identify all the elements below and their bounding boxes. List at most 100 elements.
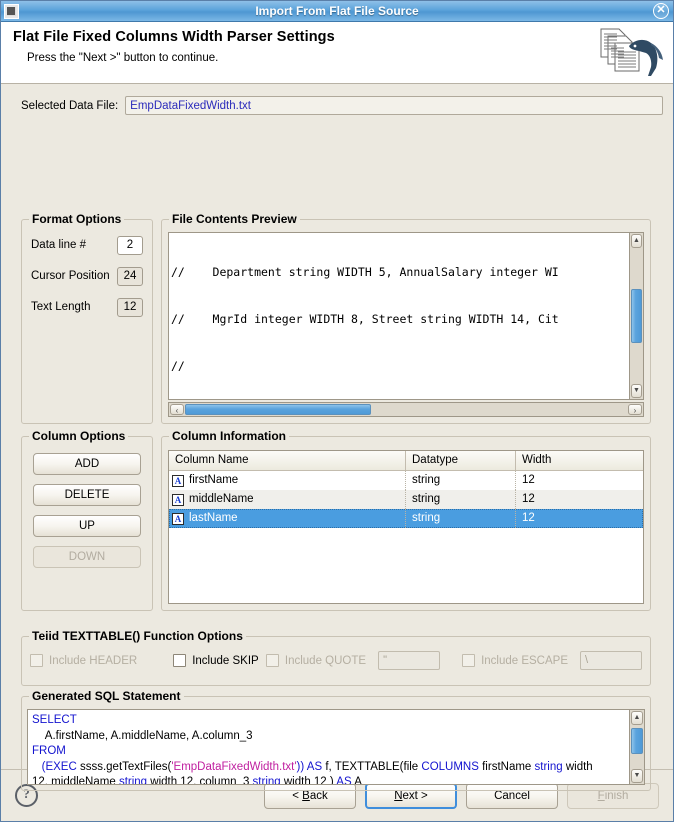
cell-datatype: string xyxy=(406,471,516,490)
flat-file-banner-icon xyxy=(579,24,665,82)
wizard-content: Selected Data File: EmpDataFixedWidth.tx… xyxy=(1,84,673,769)
sql-vertical-scrollbar[interactable]: ▲ ▼ xyxy=(629,710,644,784)
include-skip-label: Include SKIP xyxy=(192,655,258,667)
include-header-checkbox xyxy=(30,654,43,667)
cell-column-name: lastName xyxy=(189,509,238,528)
text-length-label: Text Length xyxy=(31,301,117,313)
hscroll-track[interactable] xyxy=(185,403,627,416)
quote-character-input: " xyxy=(378,651,440,670)
scroll-up-icon[interactable]: ▲ xyxy=(631,711,643,725)
vscroll-thumb[interactable] xyxy=(631,289,642,343)
attribute-icon: A xyxy=(172,494,184,506)
scroll-right-icon[interactable]: › xyxy=(628,404,642,415)
preview-line: // MgrId integer WIDTH 8, Street string … xyxy=(171,312,629,328)
close-icon[interactable]: ✕ xyxy=(653,3,669,19)
text-length-row: Text Length 12 xyxy=(31,296,152,318)
cell-datatype: string xyxy=(406,509,516,528)
sql-string-literal: 'EmpDataFixedWidth.txt' xyxy=(171,761,296,773)
hscroll-thumb[interactable] xyxy=(185,404,371,415)
title-bar: Import From Flat File Source ✕ xyxy=(1,1,673,22)
include-skip-checkbox[interactable] xyxy=(173,654,186,667)
sql-text-fragment: f, TEXTTABLE(file xyxy=(322,761,421,773)
sql-paren: ) xyxy=(300,761,304,773)
header-datatype[interactable]: Datatype xyxy=(406,451,516,470)
format-options-group: Format Options Data line # 2 Cursor Posi… xyxy=(21,219,153,424)
generated-sql-text[interactable]: SELECT A.firstName, A.middleName, A.colu… xyxy=(28,710,629,784)
sql-type: string xyxy=(119,776,147,784)
preview-horizontal-scrollbar[interactable]: ‹ › xyxy=(168,402,644,417)
window-title: Import From Flat File Source xyxy=(1,4,673,18)
include-skip-option[interactable]: Include SKIP xyxy=(173,654,258,667)
sql-vscroll-thumb[interactable] xyxy=(631,728,643,754)
sql-text-fragment: width 12 ) xyxy=(281,776,337,784)
selected-file-row: Selected Data File: EmpDataFixedWidth.tx… xyxy=(11,96,663,115)
sql-keyword: EXEC xyxy=(45,761,76,773)
scroll-left-icon[interactable]: ‹ xyxy=(170,404,184,415)
page-subtitle: Press the "Next >" button to continue. xyxy=(27,52,673,64)
table-header-row: Column Name Datatype Width xyxy=(169,451,643,471)
sql-text-fragment: width 12, column_3 xyxy=(147,776,252,784)
include-quote-label: Include QUOTE xyxy=(285,655,366,667)
vscroll-track[interactable] xyxy=(630,249,643,383)
preview-vertical-scrollbar[interactable]: ▲ ▼ xyxy=(629,232,644,400)
table-row[interactable]: A middleName string 12 xyxy=(169,490,643,509)
generated-sql-group: Generated SQL Statement SELECT A.firstNa… xyxy=(21,696,651,791)
include-escape-option: Include ESCAPE \ xyxy=(462,651,642,670)
texttable-options-group: Teiid TEXTTABLE() Function Options Inclu… xyxy=(21,636,651,686)
column-options-group: Column Options ADD DELETE UP DOWN xyxy=(21,436,153,611)
table-row[interactable]: A firstName string 12 xyxy=(169,471,643,490)
sql-text-fragment: A xyxy=(352,776,362,784)
file-preview-text[interactable]: // Department string WIDTH 5, AnnualSala… xyxy=(168,232,629,400)
scroll-down-icon[interactable]: ▼ xyxy=(631,384,642,398)
data-line-stepper[interactable]: 2 xyxy=(117,236,143,255)
import-wizard-window: Import From Flat File Source ✕ Flat File… xyxy=(0,0,674,822)
escape-character-input: \ xyxy=(580,651,642,670)
scroll-down-icon[interactable]: ▼ xyxy=(631,769,643,783)
sql-type: string xyxy=(535,761,563,773)
table-row-selected[interactable]: A lastName string 12 xyxy=(169,509,643,528)
sql-keyword: COLUMNS xyxy=(421,761,479,773)
cursor-position-label: Cursor Position xyxy=(31,270,117,282)
page-title: Flat File Fixed Columns Width Parser Set… xyxy=(13,29,673,45)
preview-line: // xyxy=(171,359,629,375)
header-width[interactable]: Width xyxy=(516,451,643,470)
include-header-option: Include HEADER xyxy=(30,654,137,667)
data-line-row: Data line # 2 xyxy=(31,234,152,256)
window-icon xyxy=(4,4,19,19)
attribute-icon: A xyxy=(172,475,184,487)
cell-datatype: string xyxy=(406,490,516,509)
texttable-options-legend: Teiid TEXTTABLE() Function Options xyxy=(29,629,246,643)
sql-type: string xyxy=(253,776,281,784)
generated-sql-legend: Generated SQL Statement xyxy=(29,689,184,703)
wizard-banner: Flat File Fixed Columns Width Parser Set… xyxy=(1,22,673,84)
selected-file-input[interactable]: EmpDataFixedWidth.txt xyxy=(125,96,663,115)
move-down-button: DOWN xyxy=(33,546,141,568)
preview-line: // Department string WIDTH 5, AnnualSala… xyxy=(171,265,629,281)
add-column-button[interactable]: ADD xyxy=(33,453,141,475)
column-information-table[interactable]: Column Name Datatype Width A firstName s… xyxy=(168,450,644,604)
delete-column-button[interactable]: DELETE xyxy=(33,484,141,506)
selected-file-label: Selected Data File: xyxy=(21,100,118,112)
include-header-label: Include HEADER xyxy=(49,655,137,667)
cell-column-name: firstName xyxy=(189,471,238,490)
file-preview-group: File Contents Preview // Department stri… xyxy=(161,219,651,424)
sql-vscroll-track[interactable] xyxy=(630,726,644,768)
cursor-position-row: Cursor Position 24 xyxy=(31,265,152,287)
file-preview-legend: File Contents Preview xyxy=(169,212,300,226)
move-up-button[interactable]: UP xyxy=(33,515,141,537)
data-line-label: Data line # xyxy=(31,239,117,251)
column-options-legend: Column Options xyxy=(29,429,128,443)
scroll-up-icon[interactable]: ▲ xyxy=(631,234,642,248)
cell-width: 12 xyxy=(516,509,643,528)
include-quote-option: Include QUOTE " xyxy=(266,651,440,670)
sql-text-fragment: ssss.getTextFiles( xyxy=(77,761,172,773)
header-column-name[interactable]: Column Name xyxy=(169,451,406,470)
sql-text-fragment: width xyxy=(563,761,593,773)
sql-text-fragment: firstName xyxy=(479,761,535,773)
sql-text-fragment: 12, middleName xyxy=(32,776,119,784)
cell-width: 12 xyxy=(516,471,643,490)
cell-column-name: middleName xyxy=(189,490,254,509)
text-length-value: 12 xyxy=(117,298,143,317)
include-escape-checkbox xyxy=(462,654,475,667)
format-options-legend: Format Options xyxy=(29,212,124,226)
